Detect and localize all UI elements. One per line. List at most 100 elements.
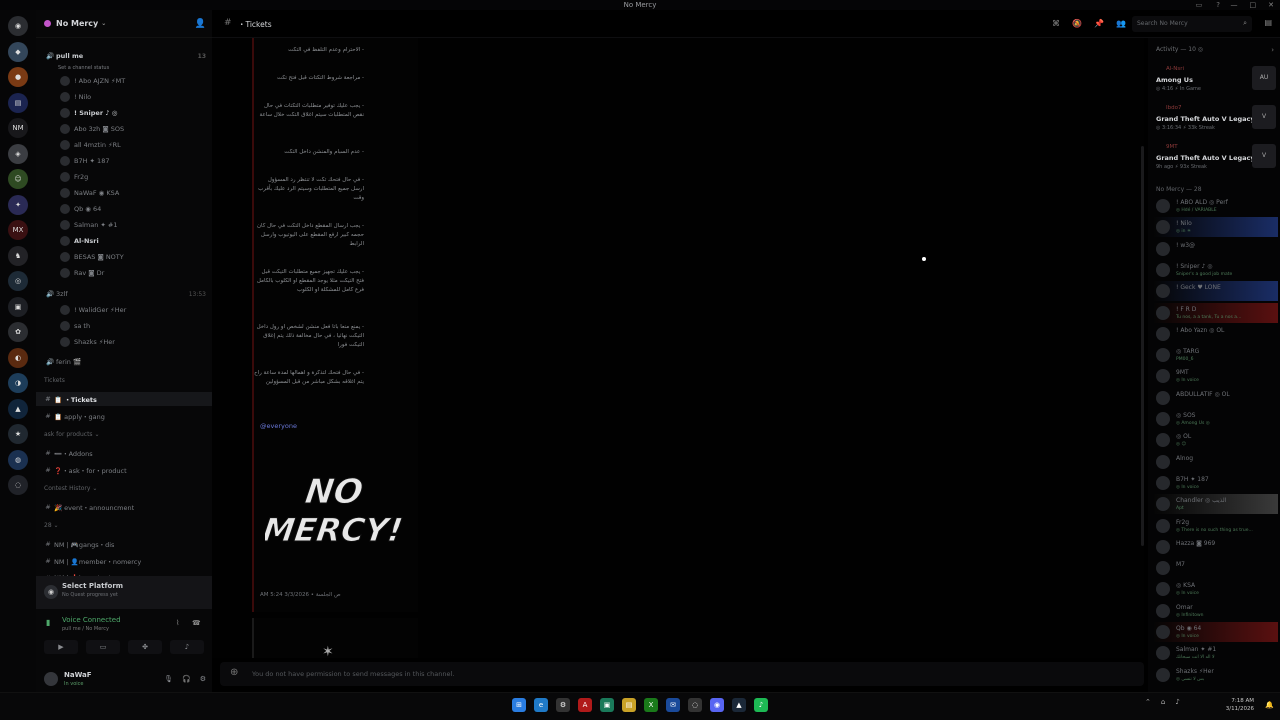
activity-card[interactable]: Ibdo7 Grand Theft Auto V Legacy ◎ 3:16:34 … bbox=[1154, 103, 1276, 137]
chat-scrollbar[interactable] bbox=[1141, 146, 1144, 546]
voice-member[interactable]: BESAS ◙ NOTY bbox=[36, 250, 212, 264]
voice-member[interactable]: Rav ◙ Dr bbox=[36, 266, 212, 280]
channel-category[interactable]: ask for products ⌄ bbox=[44, 431, 99, 438]
taskbar-app-icon[interactable]: ⊞ bbox=[512, 698, 526, 712]
voice-member[interactable]: ! Abo AJZN ⚡MT bbox=[36, 74, 212, 88]
member-row[interactable]: ! F R D Tu nos, a a tank, Tu a nos a... bbox=[1154, 302, 1278, 323]
member-row[interactable]: Salman ✦ #1 لا اله الا انت سبحانك bbox=[1154, 643, 1278, 663]
taskbar-app-icon[interactable]: ♪ bbox=[754, 698, 768, 712]
minimize-icon[interactable]: — bbox=[1231, 1, 1238, 9]
text-channel[interactable]: # 📋 ・Tickets bbox=[36, 392, 212, 406]
add-member-icon[interactable]: 👤 bbox=[195, 19, 206, 29]
members-icon[interactable]: 👥 bbox=[1116, 19, 1126, 28]
member-row[interactable]: ! w3@ bbox=[1154, 239, 1278, 259]
pin-icon[interactable]: 📌 bbox=[1094, 19, 1104, 28]
voice-member[interactable]: sa th bbox=[36, 319, 212, 333]
text-channel[interactable]: # ❓・ask・for・product bbox=[36, 463, 212, 477]
member-row[interactable]: ◎ OL ◎ ☺ bbox=[1154, 430, 1278, 450]
avatar[interactable] bbox=[44, 672, 58, 686]
gear-icon[interactable]: ⚙ bbox=[200, 675, 206, 683]
member-row[interactable]: ◎ KSA ◎ In voice bbox=[1154, 579, 1278, 599]
server-icon-16[interactable]: ★ bbox=[8, 424, 28, 444]
voice-channel[interactable]: 🔊 3zlf 13:53 bbox=[36, 287, 212, 301]
activity-card[interactable]: 9MT Grand Theft Auto V Legacy 9h ago ⚡ 93x… bbox=[1154, 142, 1276, 176]
voice-member[interactable]: NaWaF ◉ KSA bbox=[36, 186, 212, 200]
text-channel[interactable]: # 🎉 event・announcment bbox=[36, 500, 212, 514]
member-row[interactable]: Shazks ⚡Her ◎ بس لا تنسى bbox=[1154, 665, 1278, 685]
network-icon[interactable]: ⌂ bbox=[1161, 698, 1165, 706]
mute-icon[interactable]: 🔕 bbox=[1072, 19, 1082, 28]
text-channel[interactable]: # ➖・Addons bbox=[36, 446, 212, 460]
help-icon[interactable]: ? bbox=[1216, 1, 1220, 9]
member-row[interactable]: Chandler ◎ الذيب Apt bbox=[1154, 494, 1278, 515]
member-row[interactable]: 9MT ◎ In voice bbox=[1154, 366, 1278, 386]
noise-suppression-icon[interactable]: ⌇ bbox=[176, 619, 179, 627]
activities-button[interactable]: ✤ bbox=[128, 640, 162, 654]
volume-icon[interactable]: ♪ bbox=[1175, 698, 1179, 706]
voice-member[interactable]: Fr2g bbox=[36, 170, 212, 184]
taskbar-app-icon[interactable]: e bbox=[534, 698, 548, 712]
server-icon-10[interactable]: ◎ bbox=[8, 271, 28, 291]
headphones-icon[interactable]: 🎧 bbox=[182, 675, 191, 683]
text-channel[interactable]: # NM | 👤member・nomercy bbox=[36, 554, 212, 568]
taskbar-app-icon[interactable]: ▲ bbox=[732, 698, 746, 712]
voice-status[interactable]: Voice Connected bbox=[62, 616, 121, 624]
member-row[interactable]: Hazza ◙ 969 bbox=[1154, 537, 1278, 557]
everyone-mention[interactable]: @everyone bbox=[260, 422, 297, 430]
server-icon-3[interactable]: ▤ bbox=[8, 92, 28, 113]
channel-category[interactable]: Contest History ⌄ bbox=[44, 485, 97, 492]
maximize-icon[interactable]: □ bbox=[1250, 1, 1257, 9]
voice-member[interactable]: Qb ◉ 64 bbox=[36, 202, 212, 216]
server-icon-5[interactable]: ◈ bbox=[8, 143, 28, 164]
voice-member[interactable]: Salman ✦ #1 bbox=[36, 218, 212, 232]
voice-member[interactable]: ! Sniper ♪ ◎ bbox=[36, 106, 212, 120]
channel-status[interactable]: Set a channel status bbox=[36, 61, 212, 75]
server-icon-6[interactable]: ☺ bbox=[8, 169, 28, 189]
voice-member[interactable]: Shazks ⚡Her bbox=[36, 335, 212, 349]
taskbar-app-icon[interactable]: ⚙ bbox=[556, 698, 570, 712]
text-channel[interactable]: # 📋 apply・gang bbox=[36, 409, 212, 423]
server-icon-13[interactable]: ◐ bbox=[8, 347, 28, 368]
server-icon-1[interactable]: ◆ bbox=[8, 41, 28, 62]
taskbar-app-icon[interactable]: ▣ bbox=[600, 698, 614, 712]
taskbar-app-icon[interactable]: A bbox=[578, 698, 592, 712]
platform-panel[interactable]: ◉ Select Platform No Quest progress yet bbox=[36, 576, 212, 609]
server-icon-14[interactable]: ◑ bbox=[8, 373, 28, 393]
server-icon-7[interactable]: ✦ bbox=[8, 194, 28, 215]
screenshare-button[interactable]: ▭ bbox=[86, 640, 120, 654]
server-icon-18[interactable]: ◌ bbox=[8, 475, 28, 495]
taskbar-app-icon[interactable]: ◌ bbox=[688, 698, 702, 712]
member-row[interactable]: ! Sniper ♪ ◎ Sniper's a good job mate bbox=[1154, 260, 1278, 280]
taskbar-app-icon[interactable]: ✉ bbox=[666, 698, 680, 712]
taskbar-app-icon[interactable]: ◉ bbox=[710, 698, 724, 712]
plus-icon[interactable]: ⊕ bbox=[230, 667, 238, 678]
voice-member[interactable]: all 4mztin ⚡RL bbox=[36, 138, 212, 152]
member-row[interactable]: ! Geck ♥ LONE bbox=[1154, 281, 1278, 302]
search-input[interactable]: Search No Mercy ⌕ bbox=[1132, 16, 1252, 32]
taskbar-app-icon[interactable]: ▤ bbox=[622, 698, 636, 712]
server-icon-15[interactable]: ▲ bbox=[8, 398, 28, 419]
message-input[interactable]: ⊕ You do not have permission to send mes… bbox=[220, 662, 1144, 686]
server-icon-2[interactable]: ● bbox=[8, 67, 28, 87]
member-row[interactable]: ! Abo Yazn ◎ OL bbox=[1154, 324, 1278, 344]
voice-member[interactable]: B7H ✦ 187 bbox=[36, 154, 212, 168]
system-clock[interactable]: 7:18 AM 3/11/2026 bbox=[1226, 697, 1254, 713]
member-row[interactable]: Alnog bbox=[1154, 452, 1278, 472]
server-icon-8[interactable]: MX bbox=[8, 220, 28, 240]
close-icon[interactable]: ✕ bbox=[1268, 1, 1274, 9]
voice-member[interactable]: Al-Nsri bbox=[36, 234, 212, 248]
disconnect-icon[interactable]: ☎ bbox=[192, 619, 201, 627]
server-icon-0[interactable]: ◉ bbox=[8, 16, 28, 36]
member-row[interactable]: Fr2g ◎ There is no such thing as true... bbox=[1154, 516, 1278, 536]
server-icon-9[interactable]: ♞ bbox=[8, 245, 28, 266]
inbox-icon[interactable]: ▤ bbox=[1264, 18, 1272, 27]
bell-icon[interactable]: 🔔 bbox=[1265, 701, 1274, 709]
server-icon-17[interactable]: ◍ bbox=[8, 449, 28, 470]
channel-category[interactable]: Tickets bbox=[44, 377, 65, 384]
taskbar-app-icon[interactable]: X bbox=[644, 698, 658, 712]
inbox-icon[interactable]: ▭ bbox=[1196, 1, 1203, 9]
voice-channel[interactable]: 🔊 ferin 🎬 bbox=[36, 355, 212, 369]
threads-icon[interactable]: ⌘ bbox=[1052, 19, 1060, 28]
member-row[interactable]: Omar ◎ Infinitown bbox=[1154, 601, 1278, 621]
voice-member[interactable]: ! WalidGer ⚡Her bbox=[36, 303, 212, 317]
